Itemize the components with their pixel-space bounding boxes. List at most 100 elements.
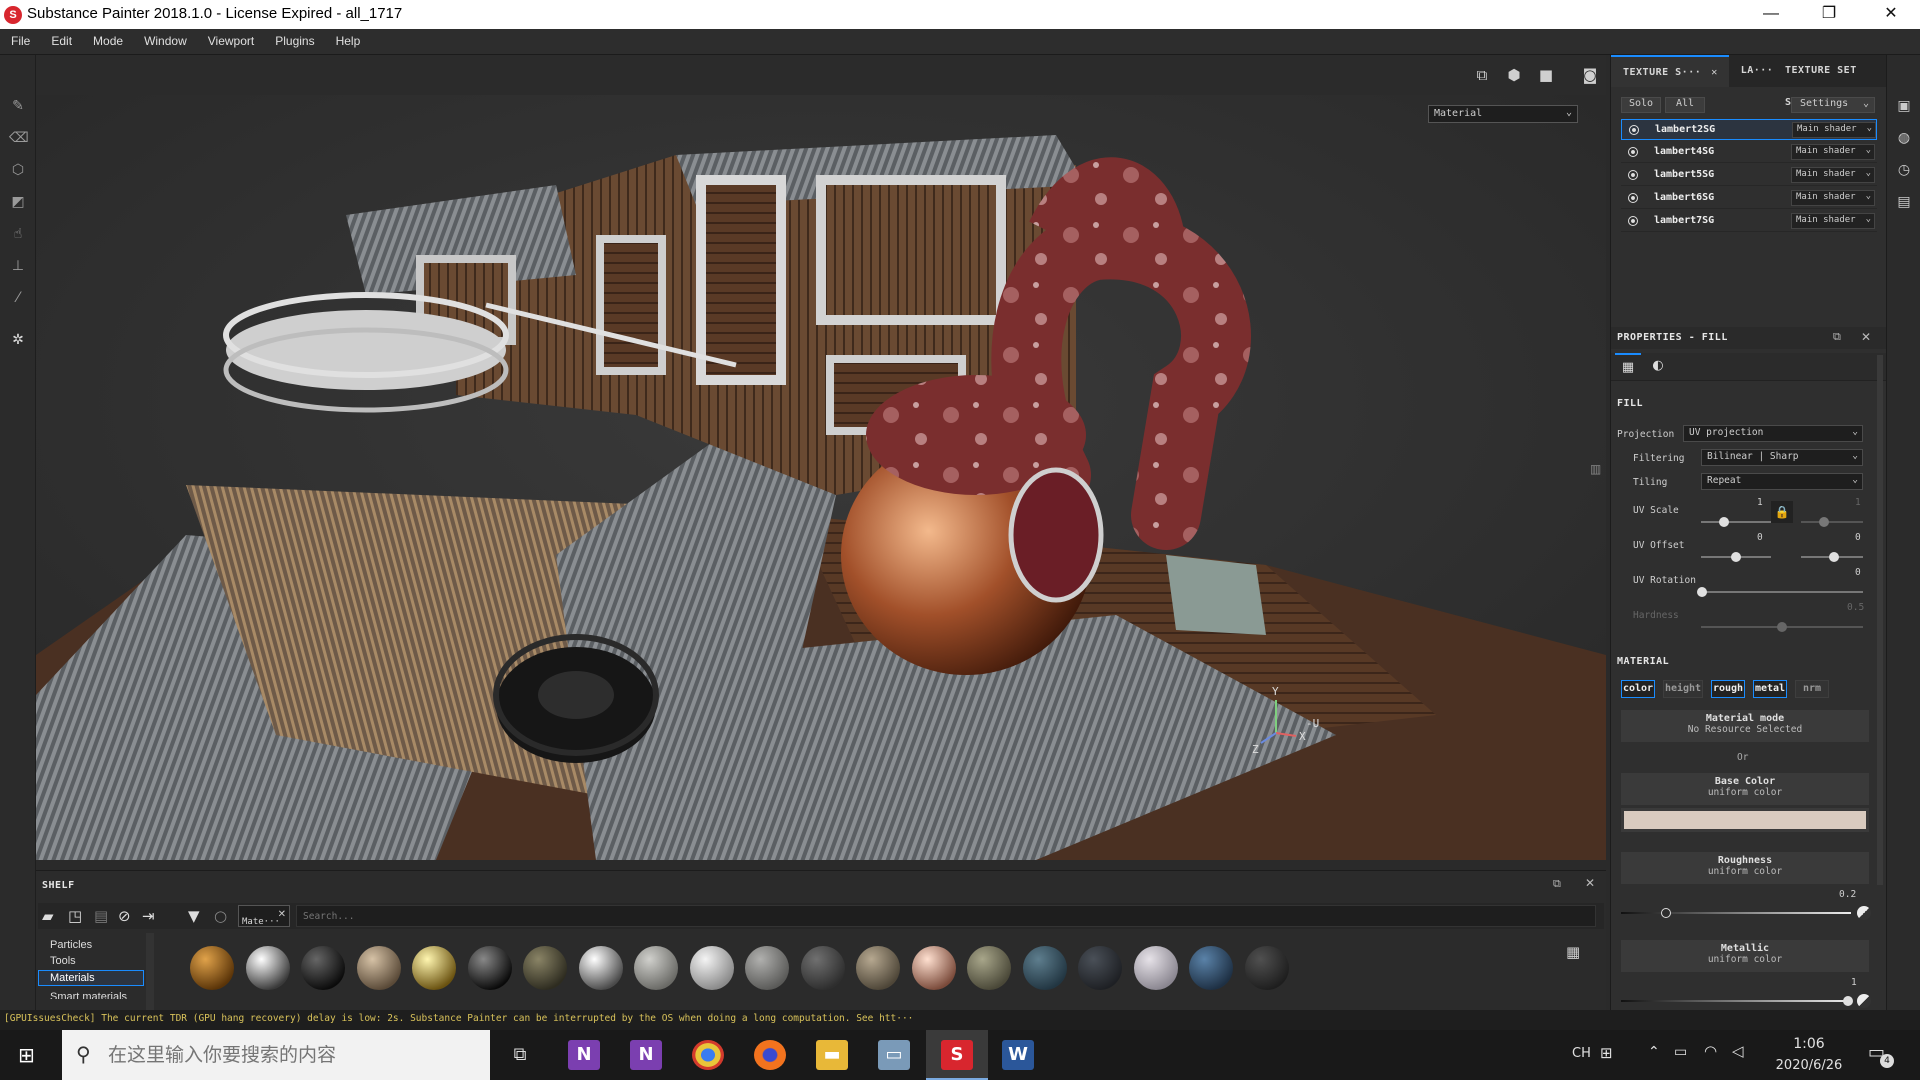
base-color-slot[interactable]: Base Color uniform color <box>1621 773 1869 805</box>
smudge-icon[interactable]: ☝ <box>9 225 27 243</box>
visibility-radio[interactable] <box>1628 147 1638 157</box>
material-swatch[interactable] <box>190 946 234 990</box>
filter-icon[interactable]: ▼ <box>188 907 200 925</box>
slider-handle[interactable] <box>1731 552 1741 562</box>
category-scrollbar[interactable] <box>146 933 154 1021</box>
viewport[interactable]: ⧉ ⬢ ■ ◙ Y X Z -U Material ⌄ <box>36 55 1606 860</box>
visibility-radio[interactable] <box>1628 193 1638 203</box>
taskbar-search-input[interactable] <box>108 1042 478 1068</box>
filtering-select[interactable]: Bilinear | Sharp ⌄ <box>1701 449 1863 466</box>
camera-icon[interactable]: ■ <box>1536 65 1556 85</box>
history-icon[interactable]: ◷ <box>1895 161 1913 179</box>
substance-icon[interactable]: ✲ <box>9 331 27 349</box>
material-swatch[interactable] <box>689 946 734 990</box>
texture-set-row[interactable]: lambert5SG Main shader ⌄ <box>1621 165 1877 186</box>
shelf-search-input[interactable] <box>296 905 1596 927</box>
taskbar-search[interactable]: ⚲ <box>62 1030 490 1080</box>
menu-plugins[interactable]: Plugins <box>275 29 314 48</box>
shader-select[interactable]: Main shader ⌄ <box>1792 122 1876 138</box>
shader-select[interactable]: Main shader ⌄ <box>1791 213 1875 229</box>
material-swatch[interactable] <box>967 946 1011 990</box>
category-particles[interactable]: Particles <box>50 939 92 951</box>
keyboard-layout-icon[interactable]: ⊞ <box>1600 1044 1613 1062</box>
settings-button[interactable]: Settings ⌄ <box>1791 97 1875 113</box>
close-icon[interactable]: ✕ <box>1861 330 1871 344</box>
material-swatch[interactable] <box>245 946 290 990</box>
tab-layers[interactable]: LA··· <box>1737 55 1777 87</box>
visibility-radio[interactable] <box>1628 216 1638 226</box>
slider-handle[interactable] <box>1661 908 1671 918</box>
shader-select[interactable]: Main shader ⌄ <box>1791 167 1875 183</box>
base-color-swatch[interactable] <box>1621 808 1869 832</box>
new-shelf-icon[interactable]: ◳ <box>68 907 82 925</box>
material-sphere-icon[interactable]: ◐ <box>1645 353 1671 381</box>
clock-date[interactable]: 2020/6/26 <box>1770 1058 1848 1073</box>
channel-rough-toggle[interactable]: rough <box>1711 680 1745 698</box>
material-swatch[interactable] <box>1133 946 1178 990</box>
tab-texture-set-settings[interactable]: TEXTURE SET S··· <box>1779 55 1887 108</box>
texture-set-row[interactable]: lambert2SG Main shader ⌄ <box>1621 119 1877 140</box>
uv-offset-slider[interactable] <box>1701 552 1771 562</box>
chevron-up-icon[interactable]: ⌃ <box>1648 1044 1660 1060</box>
clone-stamp-icon[interactable]: ⊥ <box>9 257 27 275</box>
clock-time[interactable]: 1:06 <box>1774 1036 1844 1052</box>
visibility-radio[interactable] <box>1629 125 1639 135</box>
slider-handle[interactable] <box>1843 996 1853 1006</box>
texture-set-row[interactable]: lambert7SG Main shader ⌄ <box>1621 211 1877 232</box>
hide-icon[interactable]: ⊘ <box>118 907 131 925</box>
wifi-icon[interactable]: ◠ <box>1704 1042 1717 1060</box>
battery-icon[interactable]: ▭ <box>1674 1044 1687 1060</box>
color-picker-icon[interactable]: ⁄ <box>9 289 27 307</box>
dock-handle-icon[interactable]: ▥ <box>1590 462 1604 478</box>
log-icon[interactable]: ▤ <box>1895 193 1913 211</box>
projection-select[interactable]: UV projection ⌄ <box>1683 425 1863 442</box>
menu-edit[interactable]: Edit <box>51 29 72 48</box>
import-icon[interactable]: ⇥ <box>142 907 155 925</box>
viewport-channel-select[interactable]: Material ⌄ <box>1428 105 1578 123</box>
3d-scene[interactable]: Y X Z -U <box>36 95 1606 860</box>
texture-set-row[interactable]: lambert6SG Main shader ⌄ <box>1621 188 1877 209</box>
menu-help[interactable]: Help <box>336 29 361 48</box>
material-swatch[interactable] <box>745 946 789 990</box>
channel-metal-toggle[interactable]: metal <box>1753 680 1787 698</box>
menu-file[interactable]: File <box>11 29 30 48</box>
close-icon[interactable]: ✕ <box>1585 876 1595 890</box>
metallic-slot[interactable]: Metallic uniform color <box>1621 940 1869 972</box>
material-swatch[interactable] <box>523 946 567 990</box>
material-swatch[interactable] <box>1078 946 1122 990</box>
value-picker-icon[interactable] <box>1857 994 1871 1008</box>
projection-icon[interactable]: ⬡ <box>9 161 27 179</box>
view-cube-icon[interactable]: ⬢ <box>1504 65 1524 85</box>
file-explorer-icon[interactable]: ▬ <box>816 1040 848 1070</box>
firefox-icon[interactable]: . <box>754 1040 786 1070</box>
material-swatch[interactable] <box>1244 946 1289 990</box>
shader-settings-icon[interactable]: ◍ <box>1895 129 1913 147</box>
slider-handle[interactable] <box>1719 517 1729 527</box>
uv-scale-slider-2[interactable] <box>1801 517 1863 527</box>
close-button[interactable]: ✕ <box>1862 0 1920 29</box>
metallic-slider[interactable] <box>1621 996 1853 1006</box>
shader-select[interactable]: Main shader ⌄ <box>1791 144 1875 160</box>
material-swatch[interactable] <box>578 946 623 990</box>
display-settings-icon[interactable]: ▣ <box>1895 97 1913 115</box>
filter-tag[interactable]: Mate··· ✕ <box>238 905 290 927</box>
menu-viewport[interactable]: Viewport <box>208 29 254 48</box>
roughness-slot[interactable]: Roughness uniform color <box>1621 852 1869 884</box>
value-picker-icon[interactable] <box>1857 906 1871 920</box>
close-icon[interactable]: ✕ <box>278 909 286 920</box>
polygon-fill-icon[interactable]: ◩ <box>9 193 27 211</box>
windows-start-icon[interactable]: ⊞ <box>18 1044 40 1066</box>
texture-set-row[interactable]: lambert4SG Main shader ⌄ <box>1621 142 1877 163</box>
category-tools[interactable]: Tools <box>50 955 76 967</box>
computer-icon[interactable]: ▭ <box>878 1040 910 1070</box>
visibility-radio[interactable] <box>1628 170 1638 180</box>
slider-handle[interactable] <box>1829 552 1839 562</box>
shader-select[interactable]: Main shader ⌄ <box>1791 190 1875 206</box>
ime-indicator[interactable]: CH <box>1572 1046 1591 1061</box>
circle-icon[interactable]: ○ <box>214 907 227 925</box>
material-swatch[interactable] <box>800 946 845 990</box>
material-swatch[interactable] <box>301 946 345 990</box>
material-swatch[interactable] <box>1022 946 1067 990</box>
material-swatch[interactable] <box>911 946 956 990</box>
menu-window[interactable]: Window <box>144 29 187 48</box>
